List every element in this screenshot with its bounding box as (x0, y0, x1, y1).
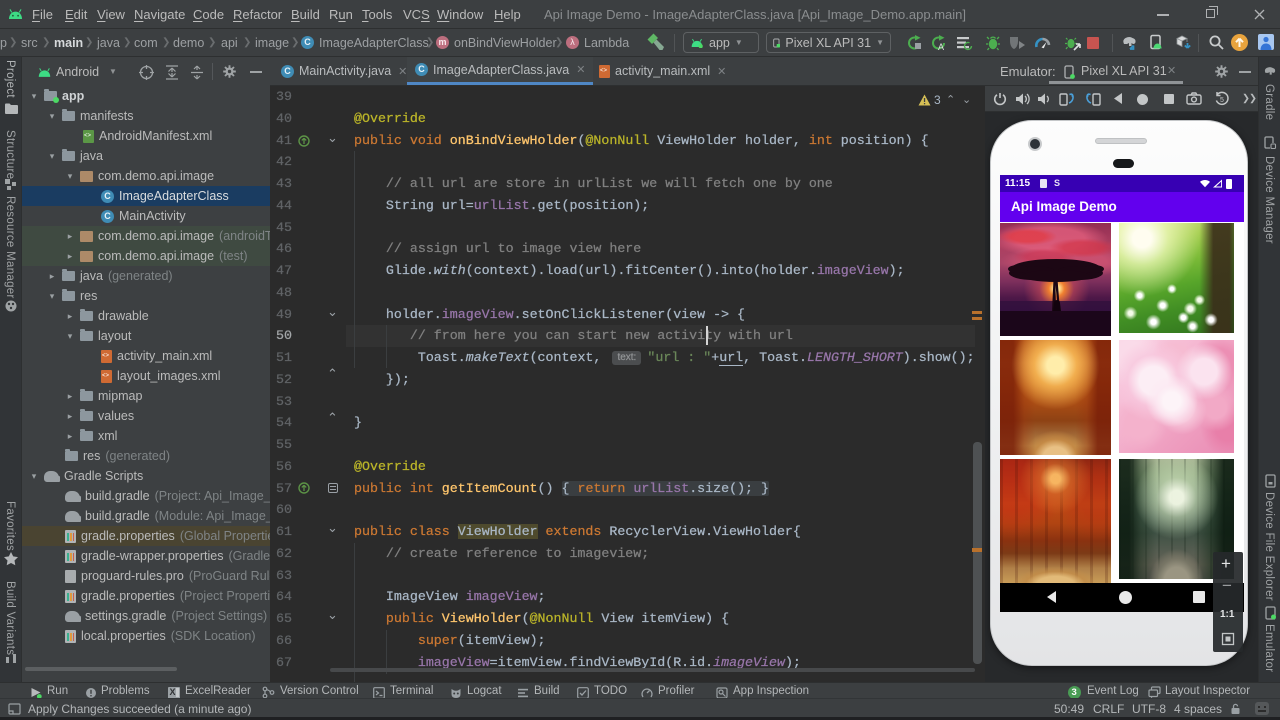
svg-text:A: A (938, 42, 944, 51)
svg-text:5: 5 (1220, 97, 1224, 104)
